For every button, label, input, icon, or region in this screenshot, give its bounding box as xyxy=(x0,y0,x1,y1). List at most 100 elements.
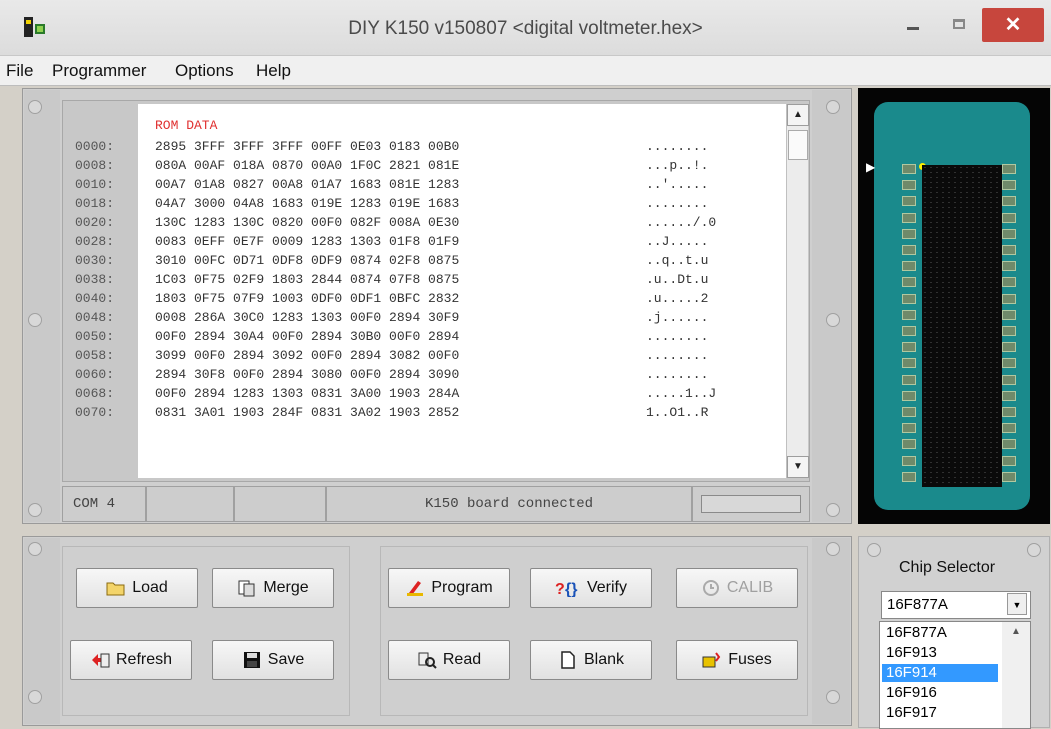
right-pin-row xyxy=(1002,164,1018,488)
verify-button[interactable]: ?{} Verify xyxy=(530,568,652,608)
socket-pin xyxy=(1002,309,1016,320)
splitter-knob[interactable] xyxy=(826,313,840,327)
svg-text:{}: {} xyxy=(565,581,577,597)
splitter-knob[interactable] xyxy=(28,100,42,114)
chip-option[interactable]: 16F877A xyxy=(882,624,998,642)
splitter-knob[interactable] xyxy=(826,503,840,517)
scroll-down-arrow-icon[interactable]: ▼ xyxy=(787,456,809,478)
splitter-knob[interactable] xyxy=(826,690,840,704)
socket-pin xyxy=(1002,277,1016,288)
socket-pin xyxy=(1002,164,1016,174)
ascii-row: .u.....2 xyxy=(646,291,709,306)
pin1-marker-icon: ▶ xyxy=(866,160,876,174)
chip-option[interactable]: 16F916 xyxy=(882,684,998,702)
socket-pin xyxy=(1002,342,1016,353)
chip-option[interactable]: 16F917 xyxy=(882,704,998,722)
socket-pin xyxy=(1002,326,1016,336)
socket-pin xyxy=(902,455,916,466)
menu-options[interactable]: Options xyxy=(175,61,234,81)
status-cell xyxy=(234,486,326,522)
splitter-knob[interactable] xyxy=(28,313,42,327)
scroll-up-arrow-icon[interactable]: ▲ xyxy=(1002,626,1030,637)
socket-pin xyxy=(1002,228,1016,239)
chip-body xyxy=(922,165,1002,487)
hex-row: 2894 30F8 00F0 2894 3080 00F0 2894 3090 xyxy=(155,367,460,382)
status-cell xyxy=(146,486,234,522)
splitter-knob[interactable] xyxy=(28,503,42,517)
address-label: 0018: xyxy=(75,196,115,211)
socket-pin xyxy=(902,277,916,288)
zif-socket-board: ▶ xyxy=(866,102,1030,510)
blank-button-label: Blank xyxy=(583,651,625,668)
minimize-button[interactable] xyxy=(890,8,936,42)
address-label: 0040: xyxy=(75,291,115,306)
splitter-knob[interactable] xyxy=(28,690,42,704)
hex-row: 080A 00AF 018A 0870 00A0 1F0C 2821 081E xyxy=(155,158,460,173)
scroll-up-arrow-icon[interactable]: ▲ xyxy=(787,104,809,126)
menu-programmer[interactable]: Programmer xyxy=(52,61,146,81)
program-button[interactable]: Program xyxy=(388,568,510,608)
socket-pin xyxy=(1002,358,1016,369)
maximize-button[interactable] xyxy=(936,8,982,42)
splitter-knob[interactable] xyxy=(826,100,840,114)
socket-pin xyxy=(1002,423,1016,434)
address-label: 0058: xyxy=(75,348,115,363)
merge-button[interactable]: Merge xyxy=(212,568,334,608)
fuses-button[interactable]: Fuses xyxy=(676,640,798,680)
address-label: 0028: xyxy=(75,234,115,249)
verify-button-label: Verify xyxy=(586,579,627,596)
close-button[interactable]: ✕ xyxy=(982,8,1044,42)
splitter-knob[interactable] xyxy=(1027,543,1041,557)
verify-icon: ?{} xyxy=(555,579,581,598)
chevron-down-icon[interactable]: ▼ xyxy=(1007,593,1027,615)
hex-row: 1803 0F75 07F9 1003 0DF0 0DF1 0BFC 2832 xyxy=(155,291,460,306)
read-button[interactable]: Read xyxy=(388,640,510,680)
splitter-knob[interactable] xyxy=(867,543,881,557)
socket-pin xyxy=(1002,196,1016,207)
hex-row: 00F0 2894 1283 1303 0831 3A00 1903 284A xyxy=(155,386,460,401)
address-label: 0060: xyxy=(75,367,115,382)
splitter-knob[interactable] xyxy=(826,542,840,556)
menu-help[interactable]: Help xyxy=(256,61,291,81)
scroll-thumb[interactable] xyxy=(788,130,808,160)
hex-scrollbar[interactable]: ▲ ▼ xyxy=(786,104,809,478)
right-splitter[interactable] xyxy=(812,90,850,522)
refresh-button[interactable]: Refresh xyxy=(70,640,192,680)
hex-row: 00F0 2894 30A4 00F0 2894 30B0 00F0 2894 xyxy=(155,329,460,344)
socket-pin xyxy=(1002,455,1016,466)
address-label: 0070: xyxy=(75,405,115,420)
menu-file[interactable]: File xyxy=(6,61,33,81)
calib-button[interactable]: CALIB xyxy=(676,568,798,608)
chip-option-selected[interactable]: 16F914 xyxy=(882,664,998,682)
refresh-button-label: Refresh xyxy=(115,651,173,668)
ascii-row: ........ xyxy=(646,348,709,363)
socket-pin xyxy=(1002,471,1016,482)
socket-pin xyxy=(902,180,916,191)
socket-pin xyxy=(902,245,916,255)
splitter-knob[interactable] xyxy=(28,542,42,556)
ascii-row: 1..O1..R xyxy=(646,405,709,420)
blank-button[interactable]: Blank xyxy=(530,640,652,680)
address-label: 0030: xyxy=(75,253,115,268)
rom-data-label: ROM DATA xyxy=(155,118,218,133)
dropdown-scrollbar[interactable]: ▲ xyxy=(1002,622,1030,728)
status-message: K150 board connected xyxy=(326,486,692,522)
socket-pin xyxy=(902,342,916,353)
socket-pin xyxy=(902,309,916,320)
address-column: 0000: 0008: 0010: 0018: 0020: 0028: 0030… xyxy=(75,137,114,422)
address-label: 0050: xyxy=(75,329,115,344)
ascii-row: ........ xyxy=(646,139,709,154)
chip-dropdown-list[interactable]: 16F877A 16F913 16F914 16F916 16F917 ▲ xyxy=(879,621,1031,729)
folder-icon xyxy=(106,579,126,597)
save-button[interactable]: Save xyxy=(212,640,334,680)
socket-pin xyxy=(902,293,916,304)
chip-option[interactable]: 16F913 xyxy=(882,644,998,662)
hex-row: 1C03 0F75 02F9 1803 2844 0874 07F8 0875 xyxy=(155,272,460,287)
load-button[interactable]: Load xyxy=(76,568,198,608)
address-label: 0010: xyxy=(75,177,115,192)
merge-button-label: Merge xyxy=(263,579,309,596)
socket-pin xyxy=(1002,245,1016,255)
left-splitter[interactable] xyxy=(24,90,60,522)
title-bar[interactable]: DIY K150 v150807 <digital voltmeter.hex>… xyxy=(0,0,1051,56)
hex-row: 0831 3A01 1903 284F 0831 3A02 1903 2852 xyxy=(155,405,460,420)
